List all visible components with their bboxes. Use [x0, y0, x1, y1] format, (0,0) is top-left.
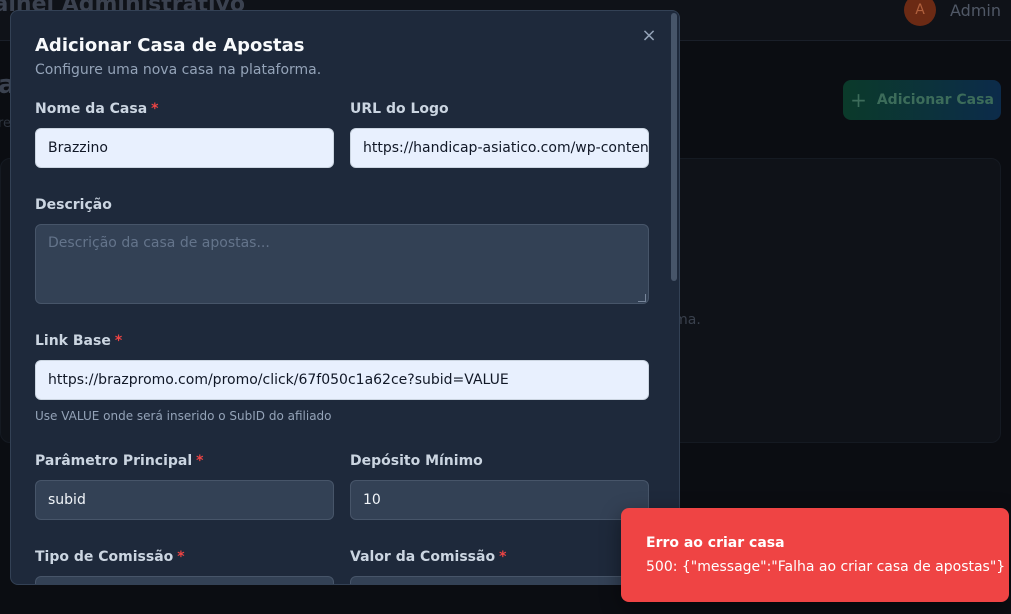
- user-menu[interactable]: A Admin: [904, 0, 1001, 26]
- base-link-hint: Use VALUE onde será inserido o SubID do …: [35, 409, 332, 423]
- required-marker: *: [499, 549, 507, 565]
- name-label: Nome da Casa *: [35, 101, 158, 117]
- base-link-input[interactable]: https://brazpromo.com/promo/click/67f050…: [35, 360, 649, 400]
- dialog-scrollbar[interactable]: [669, 11, 679, 584]
- resize-handle-icon[interactable]: [638, 294, 646, 302]
- toast-title: Erro ao criar casa: [646, 535, 785, 551]
- required-marker: *: [151, 101, 159, 117]
- base-link-label: Link Base *: [35, 333, 122, 349]
- commission-type-label: Tipo de Comissão *: [35, 549, 185, 565]
- commission-value-input[interactable]: [350, 576, 649, 584]
- name-label-text: Nome da Casa: [35, 101, 148, 117]
- logo-url-label: URL do Logo: [350, 101, 449, 117]
- min-deposit-input[interactable]: 10: [350, 480, 649, 520]
- main-param-label: Parâmetro Principal *: [35, 453, 203, 469]
- user-name: Admin: [950, 0, 1001, 20]
- required-marker: *: [196, 453, 204, 469]
- commission-value-label: Valor da Comissão *: [350, 549, 506, 565]
- add-house-button-label: Adicionar Casa: [876, 92, 994, 108]
- required-marker: *: [177, 549, 185, 565]
- plus-icon: +: [850, 88, 867, 112]
- toast-message: 500: {"message":"Falha ao criar casa de …: [646, 559, 1006, 575]
- description-label: Descrição: [35, 197, 112, 213]
- dialog-description: Configure uma nova casa na plataforma.: [35, 62, 322, 78]
- dialog-title: Adicionar Casa de Apostas: [35, 35, 305, 56]
- error-toast[interactable]: Erro ao criar casa 500: {"message":"Falh…: [621, 508, 1009, 602]
- app-root: Painel Administrativo A Admin a re + Adi…: [0, 0, 1011, 614]
- description-textarea[interactable]: Descrição da casa de apostas...: [35, 224, 649, 304]
- main-param-input[interactable]: subid: [35, 480, 334, 520]
- base-link-label-text: Link Base: [35, 333, 111, 349]
- description-placeholder: Descrição da casa de apostas...: [48, 235, 270, 251]
- add-house-button[interactable]: + Adicionar Casa: [843, 80, 1001, 120]
- commission-value-label-text: Valor da Comissão: [350, 549, 496, 565]
- avatar[interactable]: A: [904, 0, 936, 26]
- close-icon[interactable]: ×: [639, 26, 659, 46]
- name-input[interactable]: Brazzino: [35, 128, 334, 168]
- min-deposit-label: Depósito Mínimo: [350, 453, 483, 469]
- logo-url-input[interactable]: https://handicap-asiatico.com/wp-content…: [350, 128, 649, 168]
- commission-type-label-text: Tipo de Comissão: [35, 549, 174, 565]
- add-house-dialog: × Adicionar Casa de Apostas Configure um…: [10, 10, 680, 585]
- required-marker: *: [114, 333, 123, 349]
- commission-type-select[interactable]: [35, 576, 334, 584]
- main-param-label-text: Parâmetro Principal: [35, 453, 193, 469]
- dialog-scroll-thumb[interactable]: [671, 13, 677, 281]
